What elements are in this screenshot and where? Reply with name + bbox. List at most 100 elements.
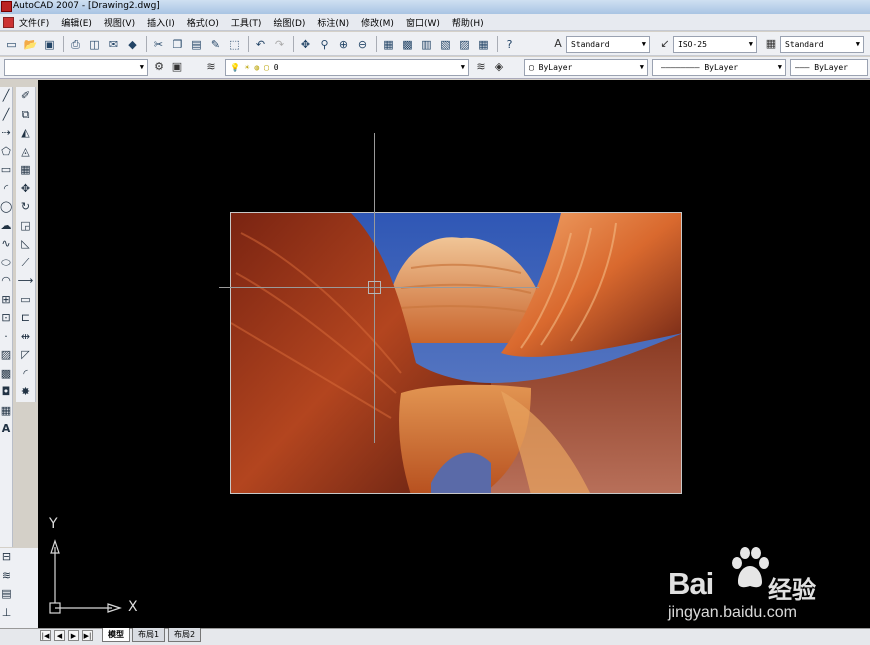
text-style-select[interactable]: Standard ▼ [566, 36, 650, 53]
offset-icon[interactable]: ◬ [16, 143, 35, 162]
tab-layout1[interactable]: 布局1 [132, 628, 166, 642]
menu-window[interactable]: 窗口(W) [406, 16, 440, 29]
tool-palettes-icon[interactable]: ▥ [419, 37, 434, 52]
revision-cloud-icon[interactable]: ☁ [0, 217, 12, 236]
menu-draw[interactable]: 绘图(D) [273, 16, 305, 29]
hatch-icon[interactable]: ▨ [0, 346, 12, 365]
point-icon[interactable]: · [0, 328, 12, 347]
arc-icon[interactable]: ◜ [0, 180, 12, 199]
undo-icon[interactable]: ↶ [253, 37, 268, 52]
fillet-icon[interactable]: ◜ [16, 365, 35, 384]
region-icon[interactable]: ◘ [0, 383, 12, 402]
menu-view[interactable]: 视图(V) [104, 16, 135, 29]
layer-select[interactable]: 💡 ☀ ◍ ▢ 0 ▼ [225, 59, 469, 76]
zoom-previous-icon[interactable]: ⊖ [355, 37, 370, 52]
dimension-icon[interactable]: ⊟ [0, 548, 13, 567]
block-editor-icon[interactable]: ⬚ [227, 37, 242, 52]
table-style-select[interactable]: Standard ▼ [780, 36, 864, 53]
table-icon[interactable]: ▦ [0, 402, 12, 421]
chamfer-icon[interactable]: ◸ [16, 346, 35, 365]
zoom-window-icon[interactable]: ⊕ [336, 37, 351, 52]
redo-icon[interactable]: ↷ [272, 37, 287, 52]
tab-layout2[interactable]: 布局2 [168, 628, 202, 642]
help-icon[interactable]: ? [502, 37, 517, 52]
layer-walk-icon[interactable]: ≋ [0, 567, 13, 586]
dim-style-select[interactable]: ISO-25 ▼ [673, 36, 757, 53]
my-workspace-icon[interactable]: ▣ [170, 60, 184, 74]
paste-icon[interactable]: ▤ [189, 37, 204, 52]
array-icon[interactable]: ▦ [16, 161, 35, 180]
preview-icon[interactable]: ◫ [87, 37, 102, 52]
mirror-icon[interactable]: ◭ [16, 124, 35, 143]
spline-icon[interactable]: ∿ [0, 235, 12, 254]
ucs-icon[interactable]: ⊥ [0, 604, 13, 623]
menu-insert[interactable]: 插入(I) [147, 16, 175, 29]
3d-dwf-icon[interactable]: ◆ [125, 37, 140, 52]
polyline-icon[interactable]: ⇢ [0, 124, 12, 143]
layer-manager-icon[interactable]: ≋ [204, 60, 218, 74]
save-icon[interactable]: ▣ [42, 37, 57, 52]
linetype-select[interactable]: ———————— ByLayer ▼ [652, 59, 786, 76]
menu-edit[interactable]: 编辑(E) [61, 16, 92, 29]
open-icon[interactable]: 📂 [23, 37, 38, 52]
color-select[interactable]: ▢ ByLayer ▼ [524, 59, 648, 76]
make-block-icon[interactable]: ⊡ [0, 309, 12, 328]
menu-format[interactable]: 格式(O) [187, 16, 219, 29]
dim-style-icon[interactable]: ↙ [658, 37, 672, 51]
polygon-icon[interactable]: ⬠ [0, 143, 12, 162]
tab-model[interactable]: 模型 [102, 628, 130, 642]
gradient-icon[interactable]: ▩ [0, 365, 12, 384]
last-tab-button[interactable]: ▶| [82, 630, 93, 641]
explode-icon[interactable]: ✸ [16, 383, 35, 402]
quickcalc-icon[interactable]: ▦ [476, 37, 491, 52]
matchprop-icon[interactable]: ✎ [208, 37, 223, 52]
first-tab-button[interactable]: |◀ [40, 630, 51, 641]
raster-image[interactable] [230, 212, 682, 494]
break-icon[interactable]: ⊏ [16, 309, 35, 328]
copy-icon[interactable]: ❐ [170, 37, 185, 52]
sheet-set-icon[interactable]: ▧ [438, 37, 453, 52]
ellipse-arc-icon[interactable]: ◠ [0, 272, 12, 291]
rotate-icon[interactable]: ↻ [16, 198, 35, 217]
document-icon[interactable] [3, 17, 14, 28]
circle-icon[interactable]: ◯ [0, 198, 12, 217]
viewport-icon[interactable]: ▤ [0, 585, 13, 604]
autocad-app-icon[interactable] [1, 1, 12, 12]
trim-icon[interactable]: ⟋ [16, 254, 35, 273]
print-icon[interactable]: ⎙ [68, 37, 83, 52]
insert-block-icon[interactable]: ⊞ [0, 291, 12, 310]
copy-object-icon[interactable]: ⧉ [16, 106, 35, 125]
extend-icon[interactable]: ⟶ [16, 272, 35, 291]
layer-previous-icon[interactable]: ◈ [492, 60, 506, 74]
menu-modify[interactable]: 修改(M) [361, 16, 394, 29]
properties-icon[interactable]: ▦ [381, 37, 396, 52]
design-center-icon[interactable]: ▩ [400, 37, 415, 52]
menu-tools[interactable]: 工具(T) [231, 16, 262, 29]
make-current-icon[interactable]: ≋ [474, 60, 488, 74]
new-icon[interactable]: ▭ [4, 37, 19, 52]
scale-icon[interactable]: ◲ [16, 217, 35, 236]
rectangle-icon[interactable]: ▭ [0, 161, 12, 180]
workspace-settings-icon[interactable]: ⚙ [152, 60, 166, 74]
break-at-point-icon[interactable]: ▭ [16, 291, 35, 310]
workspace-select[interactable]: ▼ [4, 59, 148, 76]
erase-icon[interactable]: ✐ [16, 87, 35, 106]
pan-icon[interactable]: ✥ [298, 37, 313, 52]
mtext-icon[interactable]: A [0, 420, 12, 439]
table-style-icon[interactable]: ▦ [764, 37, 778, 51]
menu-dimension[interactable]: 标注(N) [317, 16, 349, 29]
construction-line-icon[interactable]: ╱ [0, 106, 12, 125]
cut-icon[interactable]: ✂ [151, 37, 166, 52]
next-tab-button[interactable]: ▶ [68, 630, 79, 641]
move-icon[interactable]: ✥ [16, 180, 35, 199]
prev-tab-button[interactable]: ◀ [54, 630, 65, 641]
ellipse-icon[interactable]: ⬭ [0, 254, 12, 273]
menu-help[interactable]: 帮助(H) [452, 16, 484, 29]
line-icon[interactable]: ╱ [0, 87, 12, 106]
publish-icon[interactable]: ✉ [106, 37, 121, 52]
lineweight-select[interactable]: ——— ByLayer [790, 59, 868, 76]
zoom-realtime-icon[interactable]: ⚲ [317, 37, 332, 52]
text-style-icon[interactable]: A [551, 37, 565, 51]
join-icon[interactable]: ⇹ [16, 328, 35, 347]
markup-icon[interactable]: ▨ [457, 37, 472, 52]
